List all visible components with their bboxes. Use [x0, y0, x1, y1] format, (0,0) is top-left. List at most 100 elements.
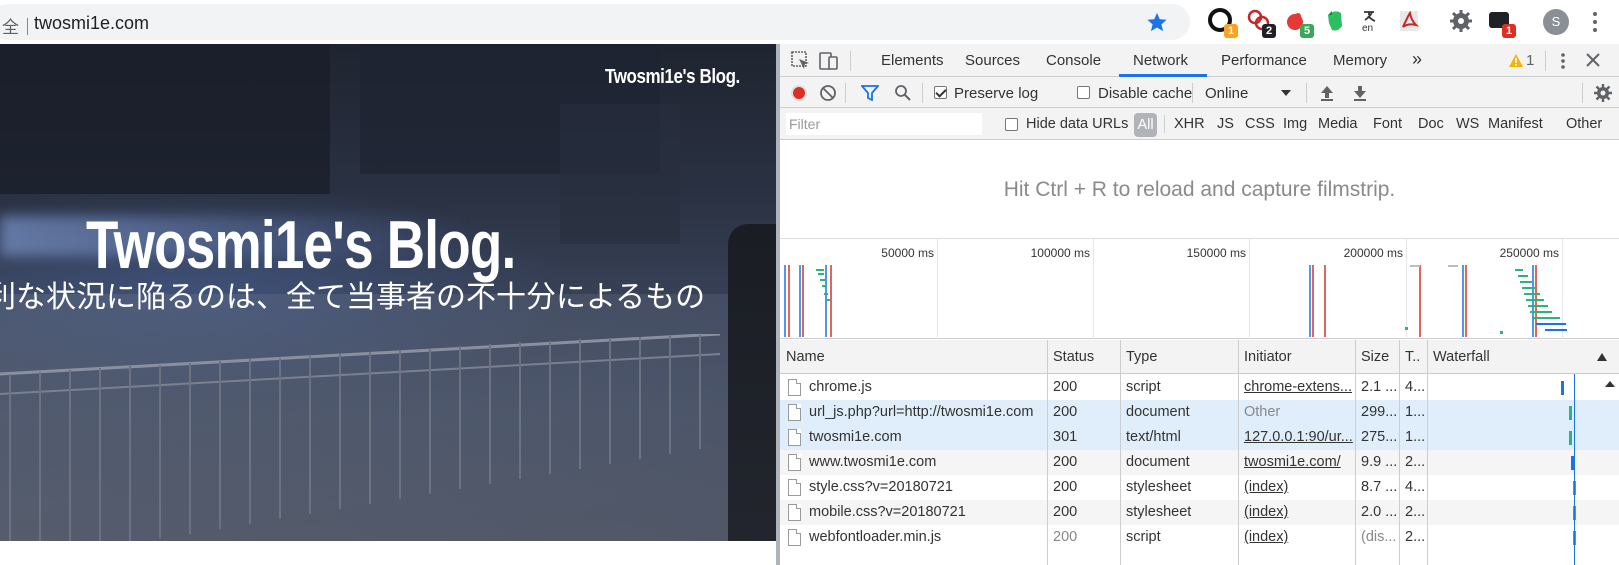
request-table-header: Name Status Type Initiator Size T.. Wate…: [780, 340, 1619, 374]
filter-input[interactable]: Filter: [786, 113, 982, 135]
translate-icon[interactable]: en: [1360, 8, 1386, 34]
ext-links-icon[interactable]: 2: [1246, 8, 1276, 38]
tab-performance[interactable]: Performance: [1221, 52, 1307, 69]
filter-type-doc[interactable]: Doc: [1418, 116, 1444, 132]
request-initiator[interactable]: 127.0.0.1:90/ur...: [1244, 429, 1354, 445]
standing-figure: [728, 224, 776, 564]
profile-avatar[interactable]: S: [1543, 9, 1569, 35]
search-icon[interactable]: [894, 84, 912, 102]
ext-dark-icon[interactable]: 1: [1486, 8, 1516, 38]
request-type: text/html: [1126, 429, 1181, 445]
table-row[interactable]: mobile.css?v=20180721 200 stylesheet (in…: [780, 500, 1619, 525]
export-har-icon[interactable]: [1352, 84, 1368, 102]
request-status: 200: [1053, 504, 1078, 520]
table-row[interactable]: url_js.php?url=http://twosmi1e.com 200 d…: [780, 400, 1619, 425]
filter-type-other[interactable]: Other: [1566, 116, 1602, 132]
request-type: document: [1126, 454, 1190, 470]
filter-type-js[interactable]: JS: [1217, 116, 1234, 132]
table-row[interactable]: chrome.js 200 script chrome-extens... 2.…: [780, 375, 1619, 400]
sort-ascending-icon[interactable]: [1597, 353, 1607, 361]
request-status: 200: [1053, 454, 1078, 470]
request-name[interactable]: mobile.css?v=20180721: [809, 504, 1049, 520]
network-overview-timeline[interactable]: 50000 ms 100000 ms 150000 ms 200000 ms 2…: [780, 239, 1619, 339]
table-row[interactable]: www.twosmi1e.com 200 document twosmi1e.c…: [780, 450, 1619, 475]
request-name[interactable]: webfontloader.min.js: [809, 529, 1049, 545]
tab-network[interactable]: Network: [1133, 52, 1188, 69]
translate-label: en: [1362, 23, 1374, 34]
filter-type-css[interactable]: CSS: [1245, 116, 1275, 132]
network-settings-gear-icon[interactable]: [1593, 83, 1613, 103]
throttling-select[interactable]: Online: [1205, 85, 1248, 102]
request-name[interactable]: www.twosmi1e.com: [809, 454, 1049, 470]
disable-cache-label[interactable]: Disable cache: [1098, 85, 1192, 102]
page-content-area: [0, 541, 776, 565]
request-name[interactable]: style.css?v=20180721: [809, 479, 1049, 495]
ext-circle-icon[interactable]: 1: [1208, 8, 1238, 38]
filter-icon[interactable]: [861, 85, 879, 101]
column-size[interactable]: Size: [1361, 349, 1389, 365]
column-initiator[interactable]: Initiator: [1244, 349, 1292, 365]
request-initiator[interactable]: twosmi1e.com/: [1244, 454, 1354, 470]
device-toolbar-icon[interactable]: [818, 50, 840, 72]
column-time[interactable]: T..: [1405, 349, 1420, 365]
hide-data-urls-label[interactable]: Hide data URLs: [1026, 116, 1128, 132]
tab-sources[interactable]: Sources: [965, 52, 1020, 69]
request-size: 8.7 ...: [1361, 479, 1398, 495]
request-status: 200: [1053, 479, 1078, 495]
address-bar-url[interactable]: twosmi1e.com: [34, 13, 149, 34]
tab-console[interactable]: Console: [1046, 52, 1101, 69]
ext-fruit-icon[interactable]: 5: [1284, 8, 1314, 38]
column-type[interactable]: Type: [1126, 349, 1157, 365]
request-initiator[interactable]: (index): [1244, 529, 1354, 545]
more-tabs-button[interactable]: »: [1412, 49, 1422, 70]
browser-menu-icon[interactable]: [1592, 10, 1598, 34]
scrollbar-up-arrow[interactable]: [1605, 381, 1615, 387]
evernote-icon[interactable]: [1322, 8, 1348, 34]
table-row[interactable]: style.css?v=20180721 200 stylesheet (ind…: [780, 475, 1619, 500]
table-row[interactable]: twosmi1e.com 301 text/html 127.0.0.1:90/…: [780, 425, 1619, 450]
warning-count[interactable]: 1: [1526, 52, 1534, 69]
hide-data-urls-checkbox[interactable]: [1005, 118, 1018, 131]
site-nav-title[interactable]: Twosmi1e's Blog.: [605, 66, 740, 89]
request-name[interactable]: twosmi1e.com: [809, 429, 1049, 445]
browser-toolbar: 全｜ twosmi1e.com 1 2 5 en 1 S: [0, 0, 1619, 44]
column-waterfall[interactable]: Waterfall: [1433, 349, 1490, 365]
filter-type-ws[interactable]: WS: [1456, 116, 1479, 132]
preserve-log-checkbox[interactable]: [934, 86, 947, 99]
gear-extension-icon[interactable]: [1448, 8, 1474, 34]
tab-memory[interactable]: Memory: [1333, 52, 1387, 69]
warning-icon[interactable]: [1509, 54, 1523, 67]
disable-cache-checkbox[interactable]: [1077, 86, 1090, 99]
request-name[interactable]: chrome.js: [809, 379, 1049, 395]
filter-type-img[interactable]: Img: [1283, 116, 1307, 132]
table-row[interactable]: webfontloader.min.js 200 script (index) …: [780, 525, 1619, 550]
record-button-icon[interactable]: [790, 84, 808, 102]
tab-elements[interactable]: Elements: [881, 52, 944, 69]
filter-type-manifest[interactable]: Manifest: [1488, 116, 1543, 132]
pdf-icon[interactable]: [1396, 8, 1422, 34]
waterfall-dom-content-line: [1574, 374, 1575, 565]
preserve-log-label[interactable]: Preserve log: [954, 85, 1038, 102]
filter-type-all[interactable]: All: [1134, 113, 1157, 137]
column-status[interactable]: Status: [1053, 349, 1094, 365]
request-initiator[interactable]: (index): [1244, 504, 1354, 520]
filter-type-xhr[interactable]: XHR: [1174, 116, 1205, 132]
chevron-down-icon[interactable]: [1281, 90, 1291, 96]
inspect-element-icon[interactable]: [790, 50, 812, 72]
column-name[interactable]: Name: [786, 349, 825, 365]
extension-badge: 2: [1262, 24, 1276, 38]
devtools-panel: Elements Sources Console Network Perform…: [780, 44, 1619, 565]
request-initiator[interactable]: chrome-extens...: [1244, 379, 1354, 395]
request-initiator[interactable]: (index): [1244, 479, 1354, 495]
filter-type-font[interactable]: Font: [1373, 116, 1402, 132]
clear-icon[interactable]: [819, 84, 837, 102]
filter-type-media[interactable]: Media: [1318, 116, 1358, 132]
bookmark-star-icon[interactable]: [1146, 11, 1168, 33]
file-icon: [788, 504, 801, 521]
request-size: 2.0 ...: [1361, 504, 1398, 520]
import-har-icon[interactable]: [1319, 84, 1335, 102]
close-devtools-icon[interactable]: [1586, 53, 1600, 67]
address-bar[interactable]: 全｜ twosmi1e.com: [0, 4, 1190, 40]
devtools-menu-icon[interactable]: [1560, 52, 1566, 70]
request-name[interactable]: url_js.php?url=http://twosmi1e.com: [809, 404, 1049, 420]
